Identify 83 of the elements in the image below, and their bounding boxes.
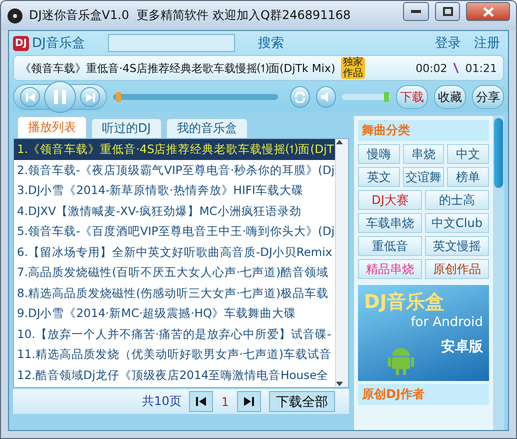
playlist-item[interactable]: 5.领音车载-《百度酒吧VIP至尊电音王中王·嗨到你头大》(Dj bbox=[14, 221, 335, 242]
repeat-button[interactable] bbox=[290, 86, 310, 108]
playlist-item[interactable]: 4.DJXV【激情喊麦-XV-疯狂劲爆】MC小洲疯狂语录劲 bbox=[14, 200, 335, 221]
search-field[interactable] bbox=[108, 34, 235, 52]
maximize-icon bbox=[442, 7, 452, 16]
minimize-button[interactable] bbox=[403, 2, 429, 21]
first-page-icon bbox=[196, 397, 206, 406]
section-title: 舞曲分类 bbox=[358, 120, 489, 141]
last-page-icon bbox=[244, 397, 254, 406]
brand-name[interactable]: DJ音乐盒 bbox=[32, 34, 85, 52]
category-button[interactable]: 榜单 bbox=[447, 167, 489, 187]
playlist-item[interactable]: 11.精选高品质发烧（优美动听好歌男女声·七声道)车载试音 bbox=[14, 344, 335, 364]
register-link[interactable]: 注册 bbox=[474, 34, 500, 52]
category-button[interactable]: DJ大赛 bbox=[358, 190, 422, 210]
volume-track[interactable] bbox=[342, 94, 390, 100]
window-title: DJ迷你音乐盒V1.0 更多精简软件 欢迎加入Q群246891168 bbox=[29, 7, 352, 24]
category-button[interactable]: 英文慢摇 bbox=[425, 236, 489, 256]
elapsed-time: 00:02 bbox=[416, 62, 448, 74]
scroll-up-icon bbox=[336, 139, 343, 146]
total-time: 01:21 bbox=[465, 62, 497, 74]
scroll-thumb[interactable] bbox=[494, 118, 503, 188]
minimize-icon bbox=[411, 10, 421, 14]
playlist-item[interactable]: 7.高品质发烧磁性(百听不厌五大女人心声·七声道)酷音领域 bbox=[14, 262, 335, 282]
android-banner[interactable]: DJ音乐盒 for Android 安卓版 bbox=[358, 285, 489, 381]
search-link[interactable]: 搜索 bbox=[258, 34, 284, 52]
scroll-down-icon bbox=[336, 380, 343, 387]
login-link[interactable]: 登录 bbox=[435, 34, 461, 52]
playlist-item[interactable]: 1.《领音车载》重低音·4S店推荐经典老歌车载慢摇⑴面(DjT bbox=[14, 139, 335, 160]
next-icon bbox=[86, 92, 94, 102]
last-page-button[interactable] bbox=[237, 391, 261, 412]
category-button[interactable]: 车载串烧 bbox=[358, 213, 422, 233]
close-icon bbox=[482, 6, 494, 16]
category-button[interactable]: 中文 bbox=[447, 144, 489, 164]
scrollbar[interactable] bbox=[493, 116, 504, 430]
category-button[interactable]: 的士高 bbox=[425, 190, 489, 210]
category-button[interactable]: 慢嗨 bbox=[358, 144, 400, 164]
download-all-button[interactable]: 下载全部 bbox=[269, 391, 335, 412]
next-button[interactable] bbox=[80, 87, 100, 107]
close-button[interactable] bbox=[466, 2, 510, 21]
banner-label: 安卓版 bbox=[441, 338, 483, 356]
page-count: 共10页 bbox=[142, 393, 182, 410]
category-button[interactable]: 精品串烧 bbox=[358, 259, 422, 279]
track-title: 《领音车载》重低音·4S店推荐经典老歌车载慢摇⑴面(DjTk Mix) bbox=[20, 60, 336, 76]
progress-thumb[interactable] bbox=[116, 92, 122, 102]
tab[interactable]: 听过的DJ bbox=[91, 118, 162, 138]
separator-icon bbox=[453, 62, 460, 74]
category-button[interactable]: 重低音 bbox=[358, 236, 422, 256]
playlist-item[interactable]: 2.领音车载-《夜店顶级霸气VIP至尊电音·秒杀你的耳膜》(Dj bbox=[14, 160, 335, 180]
disc-icon bbox=[7, 8, 23, 24]
category-button[interactable]: 串烧 bbox=[402, 144, 444, 164]
scrollbar[interactable] bbox=[335, 139, 348, 387]
category-button[interactable]: 交谊舞 bbox=[402, 167, 444, 187]
playlist-item[interactable]: 6.【留冰场专用】全新中英文好听歌曲高音质-DJ小贝Remix bbox=[14, 242, 335, 262]
category-button[interactable]: 英文 bbox=[358, 167, 400, 187]
banner-subtitle: for Android bbox=[410, 315, 483, 330]
pause-button[interactable] bbox=[44, 81, 76, 113]
playlist-item[interactable]: 12.酷音领域Dj龙仔《顶级夜店2014至嗨激情电音House全 bbox=[14, 364, 335, 385]
playlist-item[interactable]: 9.DJ小雪《2014·新MC·超级震撼·HQ》车载舞曲大碟 bbox=[14, 303, 335, 324]
playlist-item[interactable]: 8.精选高品质发烧磁性(伤感动听三大女声·七声道)极品车载 bbox=[14, 282, 335, 303]
previous-button[interactable] bbox=[20, 87, 40, 107]
action-button[interactable]: 收藏 bbox=[434, 85, 466, 109]
section-title: 原创DJ作者 bbox=[358, 384, 489, 405]
category-button[interactable]: 原创作品 bbox=[425, 259, 489, 279]
current-page: 1 bbox=[221, 394, 229, 408]
logo: DJ bbox=[13, 36, 30, 50]
previous-icon bbox=[26, 92, 34, 102]
android-icon bbox=[388, 345, 414, 375]
tab[interactable]: 我的音乐盒 bbox=[166, 118, 248, 138]
repeat-icon bbox=[294, 92, 306, 102]
maximize-button[interactable] bbox=[435, 2, 460, 21]
playlist-item[interactable]: 3.DJ小雪《2014-新草原情歌·热情奔放》HIFI车载大碟 bbox=[14, 180, 335, 200]
progress-track[interactable] bbox=[113, 94, 278, 100]
playlist-item[interactable]: 10.【放弃一个人并不痛苦·痛苦的是放弃心中所爱】试音碟- bbox=[14, 324, 335, 344]
action-button[interactable]: 分享 bbox=[472, 85, 504, 109]
pause-icon bbox=[54, 90, 66, 104]
action-button[interactable]: 下载 bbox=[396, 85, 428, 109]
banner-title: DJ音乐盒 bbox=[364, 290, 445, 315]
volume-thumb[interactable] bbox=[384, 92, 389, 102]
first-page-button[interactable] bbox=[189, 391, 214, 412]
category-button[interactable]: 中文Club bbox=[425, 213, 489, 233]
exclusive-badge: 独家作品 bbox=[341, 57, 366, 79]
tab[interactable]: 播放列表 bbox=[17, 116, 87, 138]
volume-button[interactable] bbox=[316, 86, 336, 108]
